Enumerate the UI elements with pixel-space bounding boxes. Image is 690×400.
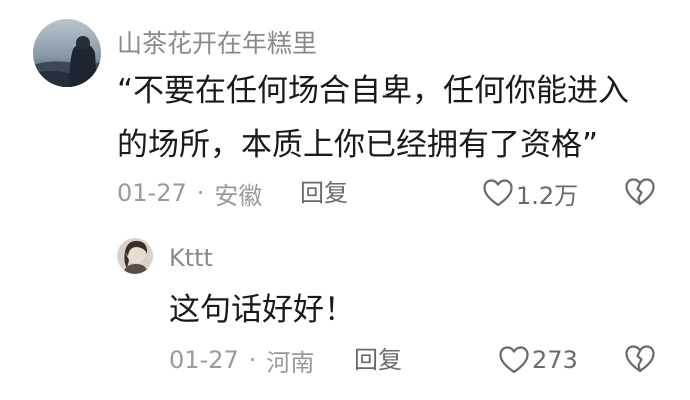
meta-separator: · <box>196 179 205 207</box>
heart-outline-icon <box>498 345 530 375</box>
comment-text-line: 的场所，本质上你已经拥有了资格” <box>117 127 599 163</box>
like-count: 1.2万 <box>516 181 579 210</box>
avatar[interactable] <box>117 238 153 274</box>
comment-date: 01-27 <box>117 179 187 207</box>
broken-heart-icon <box>624 177 656 207</box>
reply-comment-item: Kttt 这句话好好！ 01-27 · 河南 回复 273 <box>0 230 690 400</box>
comment-date: 01-27 <box>169 346 239 374</box>
dislike-button[interactable] <box>624 344 656 374</box>
comment-location: 河南 <box>266 348 315 377</box>
like-count: 273 <box>532 346 578 374</box>
username[interactable]: Kttt <box>169 244 213 272</box>
broken-heart-icon <box>624 344 656 374</box>
comment-location: 安徽 <box>214 181 263 210</box>
comment-item: 山茶花开在年糕里 “不要在任何场合自卑，任何你能进入 的场所，本质上你已经拥有了… <box>0 0 690 230</box>
avatar[interactable] <box>33 19 101 87</box>
comment-text-line: 这句话好好！ <box>169 292 355 328</box>
comment-meta: 01-27 · 河南 <box>169 343 314 377</box>
reply-button[interactable]: 回复 <box>300 176 348 210</box>
reply-button[interactable]: 回复 <box>354 343 402 377</box>
like-button[interactable]: 273 <box>498 342 578 378</box>
heart-outline-icon <box>482 178 514 208</box>
meta-separator: · <box>248 346 257 374</box>
comment-meta: 01-27 · 安徽 <box>117 176 262 210</box>
dislike-button[interactable] <box>624 177 656 207</box>
like-button[interactable]: 1.2万 <box>482 175 578 211</box>
comment-text-line: “不要在任何场合自卑，任何你能进入 <box>117 73 630 109</box>
username[interactable]: 山茶花开在年糕里 <box>117 24 317 60</box>
